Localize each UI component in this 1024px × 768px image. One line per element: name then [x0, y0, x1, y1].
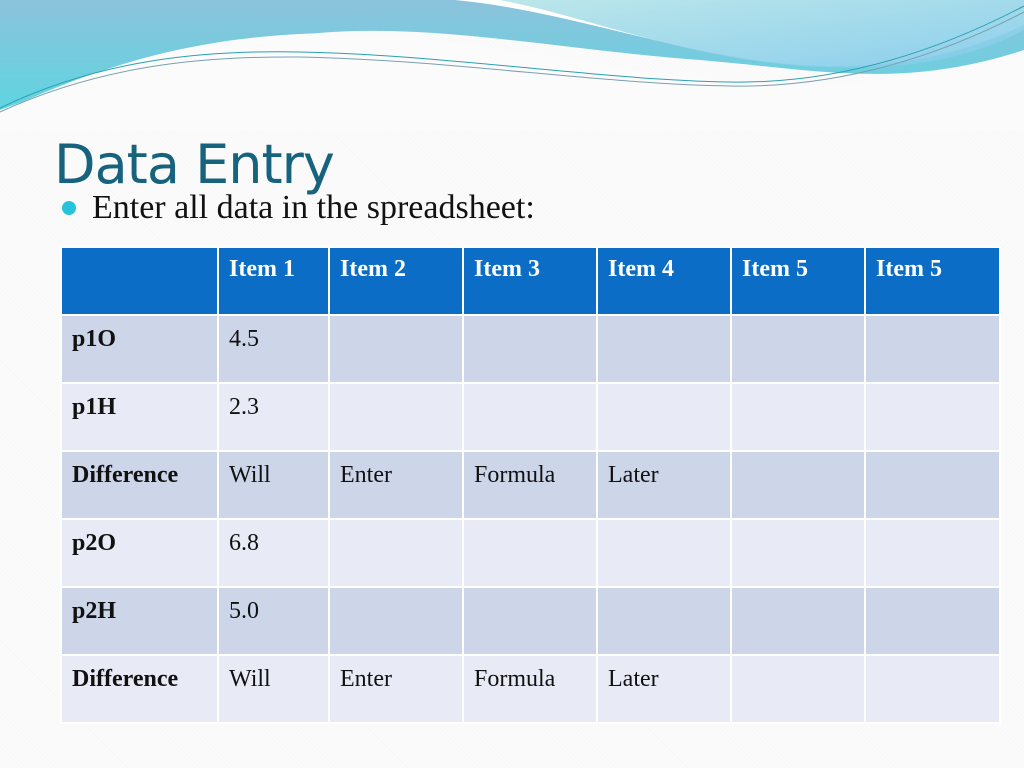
column-header-corner [60, 246, 219, 316]
table-cell[interactable] [730, 654, 866, 724]
table-row: p2O 6.8 [60, 518, 1001, 588]
table-row: Difference Will Enter Formula Later [60, 450, 1001, 520]
column-header-item-5: Item 5 [730, 246, 866, 316]
table-cell[interactable] [730, 314, 866, 384]
data-entry-table: Item 1 Item 2 Item 3 Item 4 Item 5 Item … [60, 246, 1001, 724]
column-header-item-4: Item 4 [596, 246, 732, 316]
bullet-item: Enter all data in the spreadsheet: [62, 186, 535, 230]
table-cell[interactable] [730, 450, 866, 520]
header-wave-decoration [0, 0, 1024, 130]
table-row: Difference Will Enter Formula Later [60, 654, 1001, 724]
table-cell[interactable] [864, 654, 1001, 724]
table-cell[interactable] [864, 450, 1001, 520]
table-cell[interactable] [462, 586, 598, 656]
table-cell[interactable]: 4.5 [217, 314, 330, 384]
table-row: p2H 5.0 [60, 586, 1001, 656]
table-cell[interactable]: Formula [462, 654, 598, 724]
table-cell[interactable]: Later [596, 450, 732, 520]
table-cell[interactable] [328, 586, 464, 656]
bullet-dot-icon [62, 201, 76, 215]
column-header-item-2: Item 2 [328, 246, 464, 316]
table-row: p1O 4.5 [60, 314, 1001, 384]
table-cell[interactable] [864, 314, 1001, 384]
table-cell[interactable]: 5.0 [217, 586, 330, 656]
table-cell[interactable] [596, 382, 732, 452]
table-cell[interactable] [328, 382, 464, 452]
table-cell[interactable]: Will [217, 654, 330, 724]
table-cell[interactable]: 6.8 [217, 518, 330, 588]
table-cell[interactable] [864, 586, 1001, 656]
table-header-row: Item 1 Item 2 Item 3 Item 4 Item 5 Item … [60, 246, 1001, 316]
table-cell[interactable] [864, 382, 1001, 452]
table-cell[interactable] [730, 382, 866, 452]
table-cell[interactable] [328, 314, 464, 384]
column-header-item-3: Item 3 [462, 246, 598, 316]
table-cell[interactable]: Formula [462, 450, 598, 520]
table-cell[interactable] [462, 314, 598, 384]
table-cell[interactable]: Will [217, 450, 330, 520]
row-label: p2H [60, 586, 219, 656]
table-cell[interactable]: Enter [328, 654, 464, 724]
row-label: p1H [60, 382, 219, 452]
bullet-text: Enter all data in the spreadsheet: [92, 189, 535, 226]
table-cell[interactable] [864, 518, 1001, 588]
table-cell[interactable] [596, 518, 732, 588]
table-cell[interactable]: 2.3 [217, 382, 330, 452]
table-cell[interactable] [596, 314, 732, 384]
table-cell[interactable]: Enter [328, 450, 464, 520]
table-cell[interactable] [462, 518, 598, 588]
table-cell[interactable] [328, 518, 464, 588]
table-cell[interactable] [596, 586, 732, 656]
table-cell[interactable] [462, 382, 598, 452]
row-label: p2O [60, 518, 219, 588]
column-header-item-1: Item 1 [217, 246, 330, 316]
table-row: p1H 2.3 [60, 382, 1001, 452]
table-cell[interactable]: Later [596, 654, 732, 724]
row-label: p1O [60, 314, 219, 384]
column-header-item-5b: Item 5 [864, 246, 1001, 316]
table-cell[interactable] [730, 518, 866, 588]
table-cell[interactable] [730, 586, 866, 656]
row-label: Difference [60, 654, 219, 724]
row-label: Difference [60, 450, 219, 520]
